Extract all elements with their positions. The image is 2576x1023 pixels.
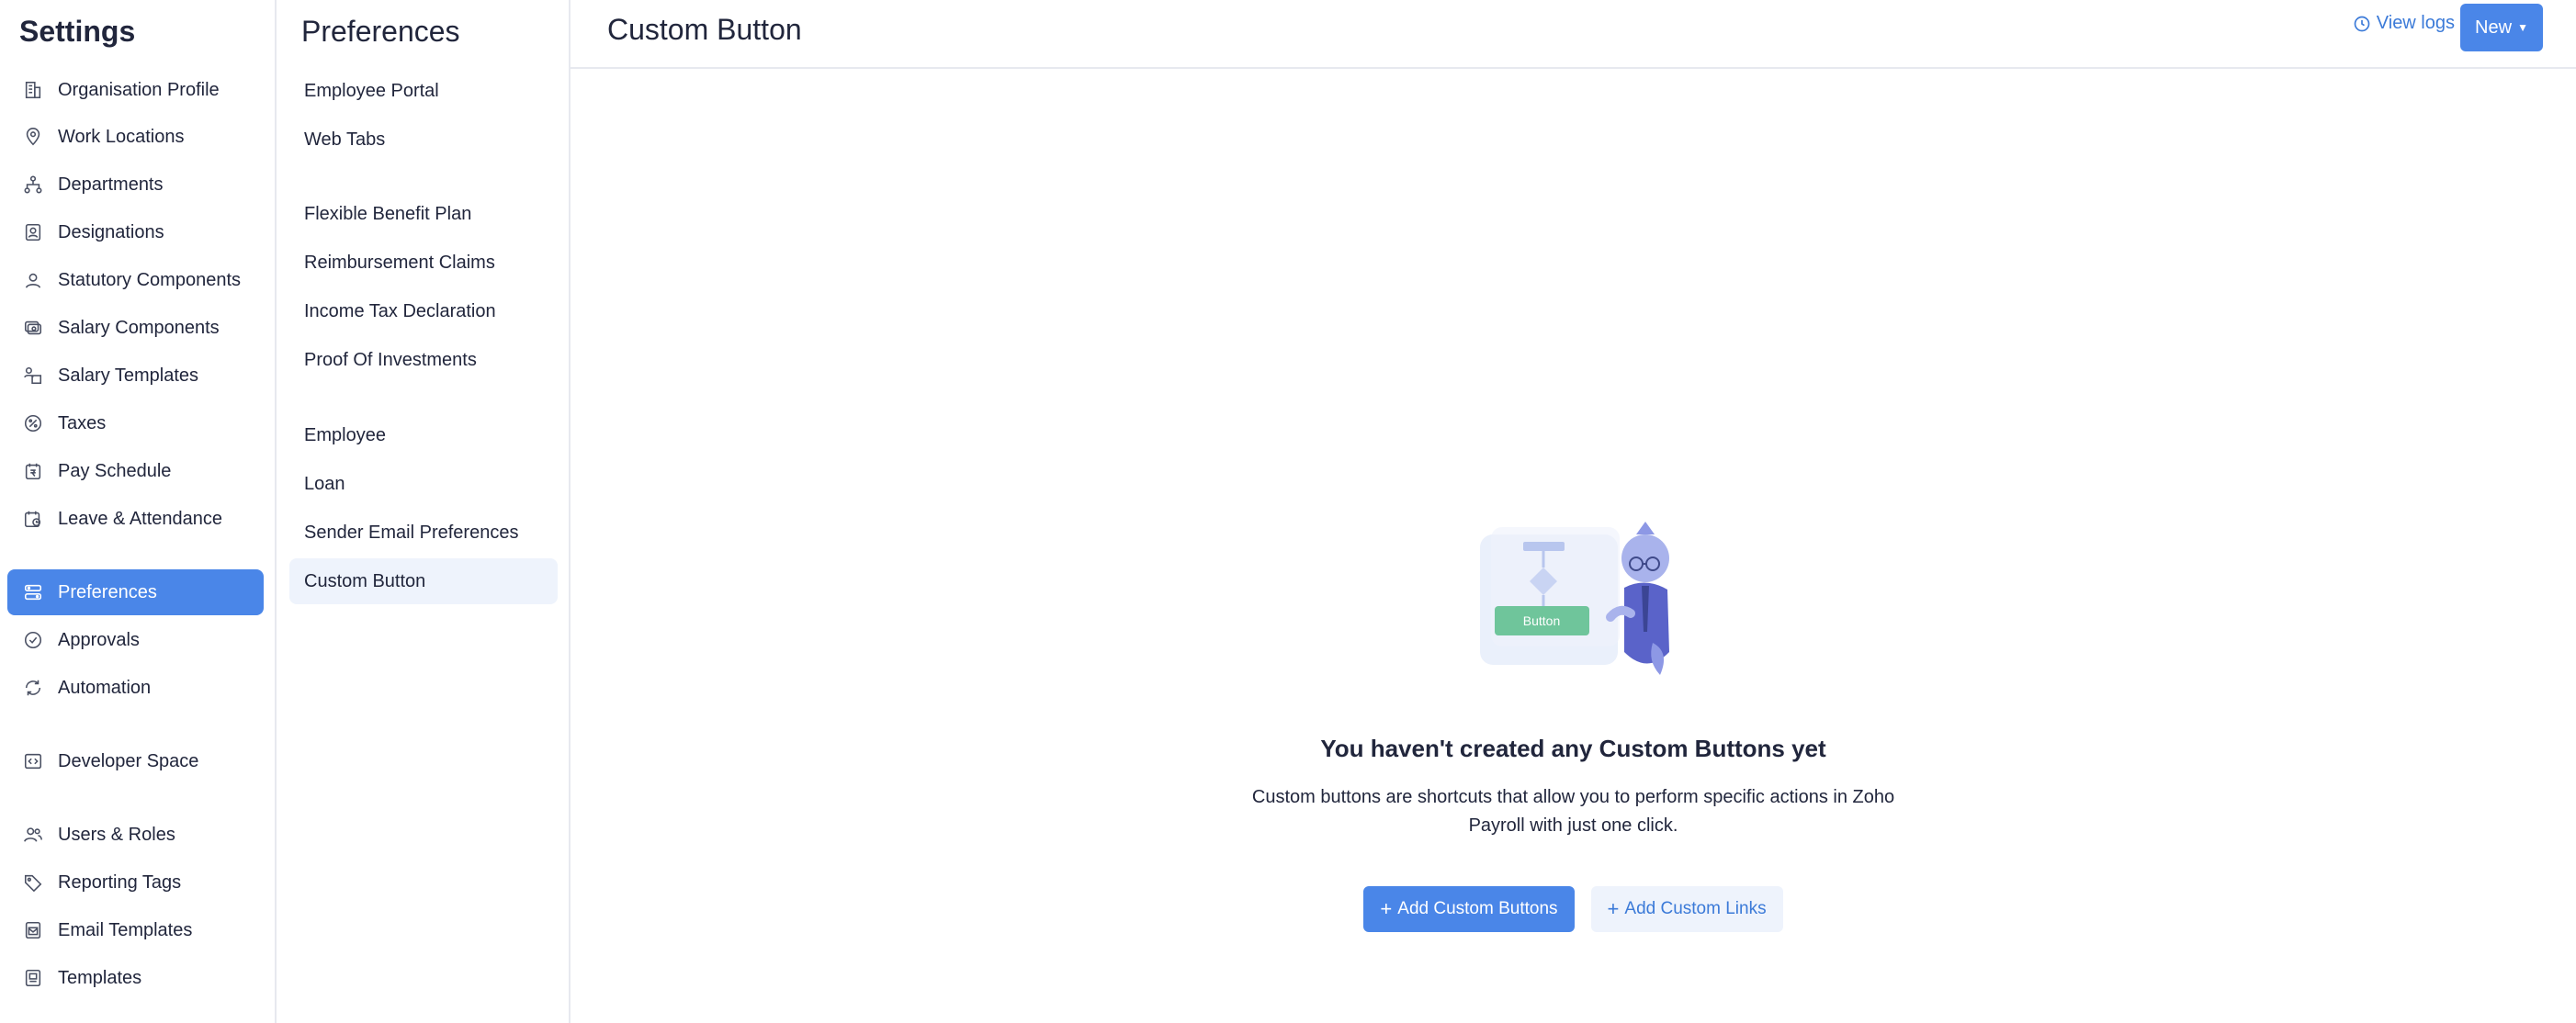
empty-state-description: Custom buttons are shortcuts that allow … [1251, 787, 1895, 836]
sidebar-item-label: Leave & Attendance [58, 508, 223, 529]
add-custom-buttons-button[interactable]: + Add Custom Buttons [1363, 886, 1575, 932]
sidebar-item-email-templates[interactable]: Email Templates [7, 907, 264, 953]
preferences-title: Preferences [301, 15, 460, 48]
add-custom-links-button[interactable]: + Add Custom Links [1590, 886, 1783, 932]
view-logs-label: View logs [2376, 13, 2455, 33]
sidebar-item-label: Automation [58, 677, 152, 698]
sidebar-item-label: Reporting Tags [58, 871, 182, 893]
sidebar-item-organisation-profile[interactable]: Organisation Profile [7, 67, 264, 113]
calendar-clock-icon [21, 507, 45, 531]
settings-sidebar: Settings Organisation Profile Work Locat… [0, 0, 277, 1023]
pref-item-loan[interactable]: Loan [289, 461, 558, 507]
custom-button-illustration: Button [1479, 522, 1669, 675]
check-circle-icon [21, 628, 45, 652]
sidebar-item-users-roles[interactable]: Users & Roles [7, 812, 264, 858]
sidebar-item-taxes[interactable]: Taxes [7, 400, 264, 446]
shield-user-icon [21, 268, 45, 292]
building-icon [21, 78, 45, 102]
sidebar-item-label: Email Templates [58, 919, 193, 940]
location-pin-icon [21, 125, 45, 149]
illustration-button-text: Button [1522, 613, 1559, 628]
sidebar-item-label: Taxes [58, 412, 107, 433]
plus-icon: + [1607, 897, 1620, 920]
template-user-icon [21, 364, 45, 388]
sidebar-item-label: Departments [58, 174, 164, 195]
sidebar-item-departments[interactable]: Departments [7, 162, 264, 208]
sidebar-item-label: Work Locations [58, 126, 185, 147]
sidebar-item-label: Designations [58, 221, 164, 242]
sidebar-item-label: Approvals [58, 629, 140, 650]
sidebar-item-salary-components[interactable]: Salary Components [7, 305, 264, 351]
sidebar-item-label: Statutory Components [58, 269, 241, 290]
refresh-icon [21, 676, 45, 700]
sidebar-item-label: Users & Roles [58, 824, 175, 845]
sidebar-item-pay-schedule[interactable]: Pay Schedule [7, 448, 264, 494]
new-button-label: New [2475, 17, 2513, 38]
email-template-icon [21, 918, 45, 942]
add-custom-buttons-label: Add Custom Buttons [1397, 899, 1558, 918]
sidebar-item-designations[interactable]: Designations [7, 209, 264, 255]
id-badge-icon [21, 220, 45, 244]
salary-icon [21, 316, 45, 340]
new-button[interactable]: New ▼ [2460, 4, 2543, 51]
sidebar-item-work-locations[interactable]: Work Locations [7, 114, 264, 160]
pref-item-flexible-benefit-plan[interactable]: Flexible Benefit Plan [289, 191, 558, 237]
main-content: Custom Button View logs New ▼ Button You… [571, 0, 2576, 1023]
code-icon [21, 749, 45, 773]
tag-icon [21, 871, 45, 894]
sidebar-item-automation[interactable]: Automation [7, 665, 264, 711]
add-custom-links-label: Add Custom Links [1624, 899, 1767, 918]
org-chart-icon [21, 173, 45, 197]
sidebar-item-reporting-tags[interactable]: Reporting Tags [7, 860, 264, 905]
empty-state-heading: You haven't created any Custom Buttons y… [1320, 735, 1826, 762]
pref-item-web-tabs[interactable]: Web Tabs [289, 117, 558, 163]
users-icon [21, 823, 45, 847]
pref-item-income-tax-declaration[interactable]: Income Tax Declaration [289, 288, 558, 334]
plus-icon: + [1380, 897, 1393, 920]
pref-item-employee-portal[interactable]: Employee Portal [289, 68, 558, 114]
sidebar-item-label: Preferences [58, 581, 157, 602]
history-icon [2354, 16, 2370, 31]
page-title: Custom Button [607, 13, 802, 46]
pref-item-custom-button[interactable]: Custom Button [289, 558, 558, 604]
sidebar-item-approvals[interactable]: Approvals [7, 617, 264, 663]
empty-state: Button You haven't created any Custom Bu… [571, 514, 2576, 932]
caret-down-icon: ▼ [2517, 21, 2528, 34]
templates-icon [21, 966, 45, 990]
sidebar-item-templates[interactable]: Templates [7, 955, 264, 1001]
sidebar-item-salary-templates[interactable]: Salary Templates [7, 353, 264, 399]
empty-state-actions: + Add Custom Buttons + Add Custom Links [571, 886, 2576, 932]
sidebar-item-label: Salary Components [58, 317, 220, 338]
sidebar-item-label: Organisation Profile [58, 79, 220, 100]
pref-item-proof-of-investments[interactable]: Proof Of Investments [289, 337, 558, 383]
sidebar-item-label: Developer Space [58, 750, 199, 771]
settings-title: Settings [19, 15, 136, 48]
sidebar-item-statutory-components[interactable]: Statutory Components [7, 257, 264, 303]
view-logs-link[interactable]: View logs [2353, 13, 2455, 34]
pref-item-reimbursement-claims[interactable]: Reimbursement Claims [289, 240, 558, 286]
percent-icon [21, 411, 45, 435]
sidebar-item-developer-space[interactable]: Developer Space [7, 738, 264, 784]
calendar-rupee-icon [21, 459, 45, 483]
sidebar-item-label: Salary Templates [58, 365, 199, 386]
sidebar-item-preferences[interactable]: Preferences [7, 569, 264, 615]
preferences-icon [21, 580, 45, 604]
sidebar-item-leave-attendance[interactable]: Leave & Attendance [7, 496, 264, 542]
sidebar-item-label: Pay Schedule [58, 460, 172, 481]
sidebar-item-label: Templates [58, 967, 142, 988]
pref-item-employee[interactable]: Employee [289, 412, 558, 458]
preferences-sidebar: Preferences Employee Portal Web Tabs Fle… [277, 0, 571, 1023]
pref-item-sender-email-preferences[interactable]: Sender Email Preferences [289, 510, 558, 556]
page-header: Custom Button View logs New ▼ [571, 0, 2576, 69]
